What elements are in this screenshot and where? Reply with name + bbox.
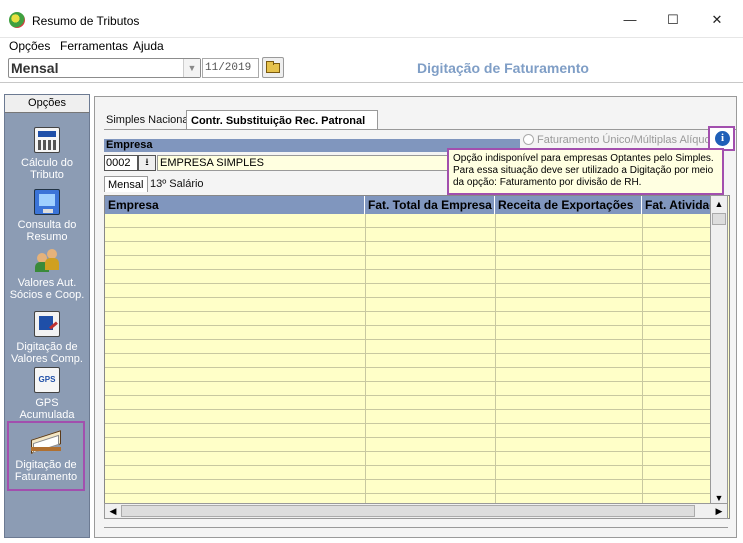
divider bbox=[0, 82, 743, 83]
sidebar-item-label: GPS Acumulada bbox=[19, 397, 75, 421]
sidebar-item-calculo[interactable]: Cálculo do Tributo bbox=[7, 127, 87, 181]
grid-header: Empresa Fat. Total da Empresa Receita de… bbox=[105, 196, 712, 214]
scroll-up-icon[interactable]: ▲ bbox=[711, 196, 727, 212]
period-input[interactable]: 11/2019 bbox=[202, 58, 259, 78]
sidebar-item-valores-aut[interactable]: Valores Aut. Sócios e Coop. bbox=[7, 247, 87, 301]
faturamento-unico-radio[interactable]: Faturamento Único/Múltiplas Alíquotas bbox=[523, 134, 725, 146]
maximize-button[interactable]: ☐ bbox=[657, 8, 689, 32]
sidebar-item-digitacao-faturamento[interactable]: Digitação de Faturamento bbox=[7, 421, 85, 491]
column-header-receita-exportacoes[interactable]: Receita de Exportações bbox=[495, 196, 642, 214]
column-header-fat-atividades[interactable]: Fat. Atividades bbox=[642, 196, 712, 214]
horizontal-scrollbar[interactable]: ◀ ▶ bbox=[104, 503, 728, 519]
sidebar-item-label: Valores Aut. Sócios e Coop. bbox=[9, 277, 85, 301]
menu-opcoes[interactable]: Opções bbox=[9, 39, 50, 53]
column-divider bbox=[642, 214, 643, 518]
period-type-select[interactable]: Mensal ▼ bbox=[8, 58, 201, 78]
page-title: Digitação de Faturamento bbox=[417, 60, 589, 76]
gps-icon: GPS bbox=[34, 367, 60, 393]
sidebar-item-consulta[interactable]: Consulta do Resumo bbox=[7, 189, 87, 243]
tab-contr-substituicao[interactable]: Contr. Substituição Rec. Patronal bbox=[186, 110, 378, 130]
divider bbox=[104, 527, 728, 528]
scroll-right-icon[interactable]: ▶ bbox=[711, 504, 727, 518]
empresa-name-field: EMPRESA SIMPLES bbox=[157, 155, 449, 171]
toolbar: Mensal ▼ 11/2019 Digitação de Faturament… bbox=[4, 57, 737, 80]
menu-ferramentas[interactable]: Ferramentas bbox=[60, 39, 128, 53]
open-book-icon bbox=[29, 425, 63, 455]
empresa-code-input[interactable]: 0002 bbox=[104, 155, 138, 171]
sidebar-item-gps[interactable]: GPS GPS Acumulada bbox=[7, 367, 87, 421]
radio-circle-icon bbox=[523, 134, 534, 145]
grid-rows[interactable] bbox=[105, 214, 712, 518]
app-icon bbox=[9, 12, 25, 28]
open-folder-button[interactable] bbox=[262, 57, 284, 78]
tab-simples-nacional[interactable]: Simples Nacional bbox=[106, 110, 191, 130]
faturamento-grid[interactable]: Empresa Fat. Total da Empresa Receita de… bbox=[104, 195, 730, 519]
chevron-down-icon[interactable]: ▼ bbox=[183, 59, 200, 77]
column-divider bbox=[365, 214, 366, 518]
scroll-thumb-horizontal[interactable] bbox=[121, 505, 695, 517]
faturamento-unico-label: Faturamento Único/Múltiplas Alíquotas bbox=[537, 134, 726, 146]
empresa-lookup-button[interactable]: ⭳ bbox=[138, 155, 156, 171]
close-button[interactable]: ✕ bbox=[701, 8, 733, 32]
title-bar: Resumo de Tributos — ☐ ✕ bbox=[0, 0, 743, 38]
column-header-empresa[interactable]: Empresa bbox=[105, 196, 365, 214]
folder-open-icon bbox=[266, 61, 280, 73]
column-header-fat-total[interactable]: Fat. Total da Empresa bbox=[365, 196, 495, 214]
users-icon bbox=[34, 247, 60, 273]
subtab-13-salario[interactable]: 13º Salário bbox=[150, 176, 204, 192]
calculator-icon bbox=[34, 127, 60, 153]
sidebar: Opções Cálculo do Tributo Consulta do Resu… bbox=[4, 94, 90, 538]
sidebar-item-label: Digitação de Faturamento bbox=[14, 459, 78, 483]
sidebar-item-label: Consulta do Resumo bbox=[17, 219, 77, 243]
vertical-scrollbar[interactable]: ▲ ▼ bbox=[710, 195, 728, 507]
menu-ajuda[interactable]: Ajuda bbox=[133, 39, 164, 53]
sidebar-header-button[interactable]: Opções bbox=[5, 95, 89, 113]
document-edit-icon bbox=[34, 311, 60, 337]
window-title: Resumo de Tributos bbox=[32, 14, 140, 28]
sidebar-item-digitacao-valores[interactable]: Digitação de Valores Comp. bbox=[7, 311, 87, 365]
tab-divider bbox=[104, 129, 736, 130]
scroll-thumb[interactable] bbox=[712, 213, 726, 225]
scroll-left-icon[interactable]: ◀ bbox=[105, 504, 121, 518]
info-tooltip: Opção indisponível para empresas Optante… bbox=[447, 148, 724, 195]
monitor-icon bbox=[34, 189, 60, 215]
menu-bar: Opções Ferramentas Ajuda bbox=[0, 38, 743, 56]
sidebar-item-label: Digitação de Valores Comp. bbox=[11, 341, 83, 365]
subtab-mensal[interactable]: Mensal bbox=[104, 176, 148, 192]
minimize-button[interactable]: — bbox=[614, 8, 646, 32]
column-divider bbox=[495, 214, 496, 518]
sidebar-item-label: Cálculo do Tributo bbox=[21, 157, 73, 181]
period-type-value: Mensal bbox=[11, 60, 59, 76]
info-icon: i bbox=[715, 131, 730, 146]
